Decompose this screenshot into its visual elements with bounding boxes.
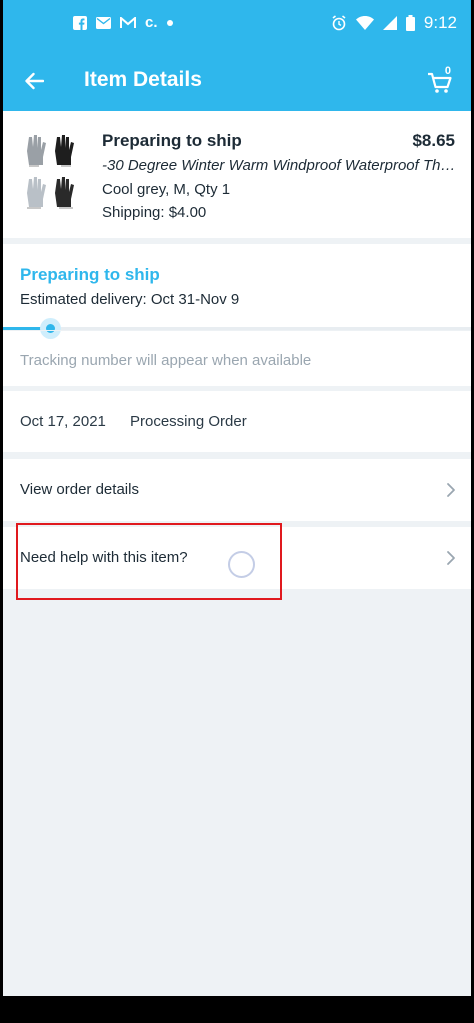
- clock: 9:12: [423, 13, 457, 32]
- back-arrow-icon: [25, 72, 44, 90]
- progress-marker: [46, 324, 55, 333]
- item-variant: Cool grey, M, Qty 1: [102, 181, 231, 198]
- need-help-link[interactable]: Need help with this item?: [3, 527, 471, 589]
- page-title: Item Details: [84, 68, 202, 91]
- email-icon: [96, 16, 111, 29]
- status-bar: c. 9:12: [3, 0, 471, 50]
- view-order-details-label: View order details: [20, 481, 139, 498]
- alarm-icon: [331, 15, 347, 31]
- item-summary-card: Preparing to ship $8.65 -30 Degree Winte…: [3, 111, 471, 238]
- app-bar: Item Details 0: [3, 50, 471, 111]
- product-thumbnail: [21, 129, 83, 211]
- event-date: Oct 17, 2021: [20, 413, 106, 430]
- item-status: Preparing to ship: [102, 131, 242, 150]
- carrier-text: c.: [145, 14, 158, 31]
- shipment-status-title: Preparing to ship: [20, 265, 160, 284]
- need-help-label: Need help with this item?: [20, 549, 188, 566]
- chevron-right-icon: [447, 483, 455, 497]
- timeline-event: Oct 17, 2021 Processing Order: [3, 391, 471, 452]
- battery-icon: [405, 15, 415, 31]
- system-icons: 9:12: [331, 13, 457, 33]
- item-shipping-cost: Shipping: $4.00: [102, 204, 207, 221]
- estimated-delivery: Estimated delivery: Oct 31-Nov 9: [20, 291, 240, 308]
- cart-button[interactable]: 0: [423, 62, 459, 98]
- wifi-icon: [355, 16, 374, 30]
- gmail-icon: [120, 16, 136, 29]
- header: c. 9:12 Item Details 0: [3, 0, 471, 111]
- item-price: $8.65: [412, 131, 455, 150]
- signal-icon: [382, 16, 397, 30]
- back-button[interactable]: [19, 66, 49, 96]
- divider: [3, 330, 471, 331]
- cart-count-badge: 0: [444, 65, 451, 77]
- event-description: Processing Order: [130, 413, 247, 430]
- item-name: -30 Degree Winter Warm Windproof Waterpr…: [102, 157, 457, 174]
- facebook-icon: [73, 15, 87, 30]
- cart-icon: [428, 72, 452, 93]
- chevron-right-icon: [447, 551, 455, 565]
- shipment-status-card: Preparing to ship Estimated delivery: Oc…: [3, 244, 471, 386]
- tracking-note: Tracking number will appear when availab…: [20, 352, 312, 369]
- notification-icons: c.: [73, 14, 173, 31]
- notification-dot-icon: [166, 19, 173, 26]
- app-screen: c. 9:12 Item Details 0 Preparing to ship…: [3, 0, 471, 996]
- gloves-image-icon: [27, 135, 74, 209]
- view-order-details-link[interactable]: View order details: [3, 459, 471, 521]
